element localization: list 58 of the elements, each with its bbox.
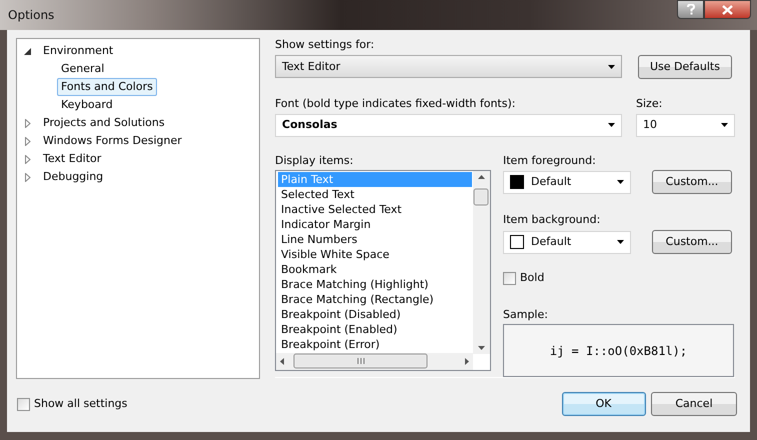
close-icon xyxy=(722,4,733,14)
tree-item[interactable]: Text Editor xyxy=(39,150,106,168)
foreground-color-dropdown[interactable]: Default xyxy=(503,170,631,194)
tree-item[interactable]: Environment xyxy=(39,42,118,60)
dropdown-arrow-icon xyxy=(721,123,728,127)
dropdown-arrow-icon xyxy=(617,180,624,184)
vertical-scrollbar[interactable] xyxy=(473,171,490,354)
bold-label: Bold xyxy=(520,270,544,286)
item-background-label: Item background: xyxy=(503,212,602,228)
list-item[interactable]: Indicator Margin xyxy=(278,217,472,232)
background-color-dropdown[interactable]: Default xyxy=(503,230,631,254)
tree-item[interactable]: Fonts and Colors xyxy=(57,78,157,96)
dropdown-arrow-icon xyxy=(608,123,615,127)
tree-item[interactable]: General xyxy=(57,60,108,78)
dialog-button[interactable]: OK xyxy=(562,392,646,416)
list-item[interactable]: Selected Text xyxy=(278,187,472,202)
list-item[interactable]: Inactive Selected Text xyxy=(278,202,472,218)
collapsed-triangle-icon[interactable] xyxy=(24,154,32,164)
show-settings-dropdown[interactable]: Text Editor xyxy=(275,55,622,78)
list-item[interactable]: Visible White Space xyxy=(278,247,472,262)
help-button[interactable] xyxy=(677,0,704,19)
custom-button[interactable]: Custom... xyxy=(652,230,732,254)
sample-label: Sample: xyxy=(503,306,549,322)
help-icon xyxy=(686,4,694,15)
tree-item[interactable]: Debugging xyxy=(39,168,108,186)
tree-item[interactable]: Projects and Solutions xyxy=(39,114,169,132)
font-label: Font (bold type indicates fixed-width fonts): xyxy=(275,96,516,111)
list-item[interactable]: Bookmark xyxy=(278,262,472,278)
item-foreground-label: Item foreground: xyxy=(503,152,597,168)
show-all-settings-label: Show all settings xyxy=(34,396,128,412)
show-all-settings-checkbox[interactable] xyxy=(17,398,30,410)
collapsed-triangle-icon[interactable] xyxy=(24,118,32,128)
size-label: Size: xyxy=(636,96,662,111)
list-item[interactable]: Breakpoint (Disabled) xyxy=(278,307,472,322)
expanded-triangle-icon[interactable] xyxy=(24,46,32,56)
dropdown-arrow-icon xyxy=(608,64,615,69)
display-items-label: Display items: xyxy=(275,152,354,168)
list-item[interactable]: Brace Matching (Rectangle) xyxy=(278,292,472,308)
collapsed-triangle-icon[interactable] xyxy=(24,136,32,146)
close-button[interactable] xyxy=(704,0,751,19)
dialog-button[interactable]: Cancel xyxy=(651,392,737,416)
tree-item[interactable]: Windows Forms Designer xyxy=(39,132,186,150)
list-item[interactable]: Breakpoint (Enabled) xyxy=(278,322,472,338)
bold-checkbox[interactable] xyxy=(503,272,516,285)
size-dropdown[interactable]: 10 xyxy=(636,114,735,136)
show-settings-label: Show settings for: xyxy=(275,37,376,52)
list-item[interactable]: Breakpoint (Error) xyxy=(278,337,472,352)
font-dropdown[interactable]: Consolas xyxy=(275,114,622,136)
sample-text: ij = I::oO(0xB81l); xyxy=(550,342,688,360)
list-item[interactable]: Line Numbers xyxy=(278,232,472,248)
use-defaults-button[interactable]: Use Defaults xyxy=(638,54,732,79)
tree-item[interactable]: Keyboard xyxy=(57,96,117,114)
list-item[interactable]: Brace Matching (Highlight) xyxy=(278,277,472,292)
window-title: Options xyxy=(8,7,54,24)
horizontal-scrollbar[interactable] xyxy=(276,353,473,370)
dropdown-arrow-icon xyxy=(617,240,624,244)
collapsed-triangle-icon[interactable] xyxy=(24,172,32,182)
custom-button[interactable]: Custom... xyxy=(652,170,732,194)
